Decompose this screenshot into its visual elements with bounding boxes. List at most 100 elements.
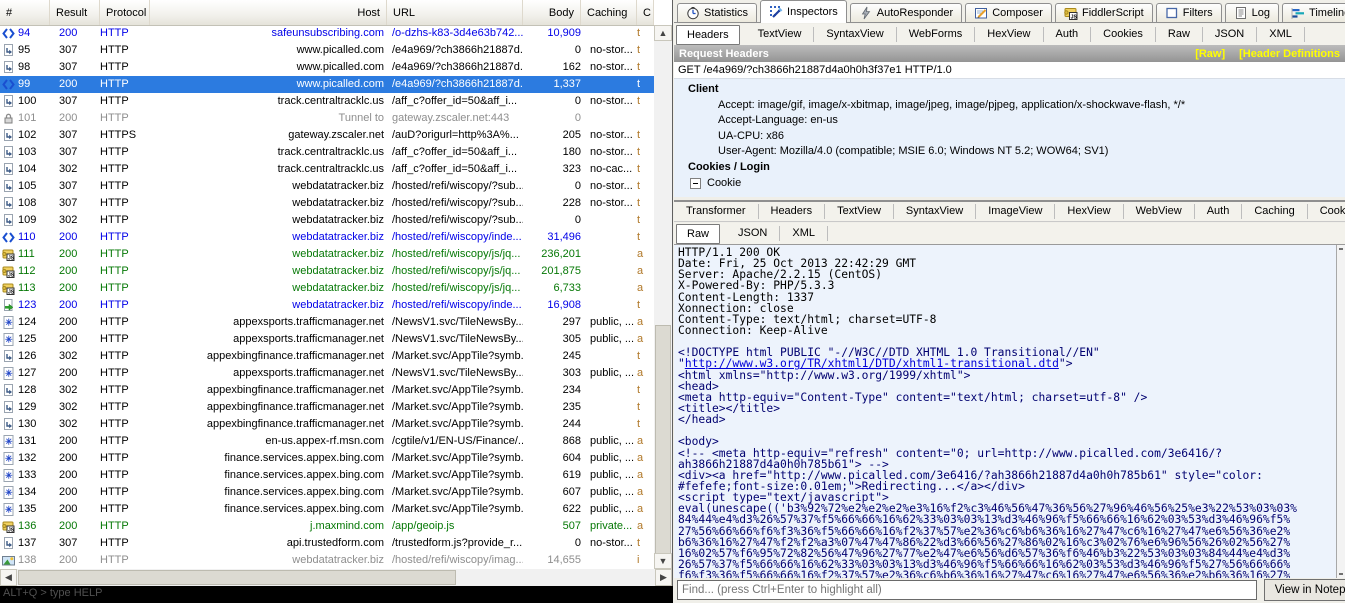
response-tab-auth[interactable]: Auth — [1195, 204, 1243, 219]
column-header-body[interactable]: Body — [523, 0, 581, 25]
session-row-136[interactable]: JS136200HTTPj.maxmind.com/app/geoip.js50… — [0, 518, 654, 535]
session-row-137[interactable]: 137307HTTPapi.trustedform.com/trustedfor… — [0, 535, 654, 552]
tab-autoresponder[interactable]: AutoResponder — [850, 3, 962, 22]
session-row-123[interactable]: 123200HTTPwebdatatracker.biz/hosted/refi… — [0, 297, 654, 314]
session-row-105[interactable]: 105307HTTPwebdatatracker.biz/hosted/refi… — [0, 178, 654, 195]
request-tab-hexview[interactable]: HexView — [975, 27, 1043, 42]
scroll-down-button[interactable] — [1339, 573, 1343, 575]
xml-icon: ✳ — [2, 486, 16, 500]
response-view-tab-xml[interactable]: XML — [780, 226, 828, 241]
session-row-94[interactable]: 94200HTTPsafeunsubscribing.com/o-dzhs-k8… — [0, 25, 654, 42]
session-row-113[interactable]: JS113200HTTPwebdatatracker.biz/hosted/re… — [0, 280, 654, 297]
session-list-header[interactable]: #ResultProtocolHostURLBodyCachingC — [0, 0, 654, 26]
request-tab-xml[interactable]: XML — [1257, 27, 1305, 42]
scroll-left-button[interactable]: ◀ — [0, 569, 17, 586]
scroll-up-button[interactable]: ▲ — [654, 25, 672, 41]
collapse-toggle-icon[interactable] — [690, 178, 701, 189]
tab-filters[interactable]: Filters — [1156, 3, 1222, 22]
column-header-host[interactable]: Host — [150, 0, 387, 25]
session-row-110[interactable]: 110200HTTPwebdatatracker.biz/hosted/refi… — [0, 229, 654, 246]
tab-statistics[interactable]: Statistics — [677, 3, 757, 22]
session-row-125[interactable]: ✳125200HTTPappexsports.trafficmanager.ne… — [0, 331, 654, 348]
session-row-126[interactable]: 126302HTTPappexbingfinance.trafficmanage… — [0, 348, 654, 365]
content-type-sliver: a — [637, 433, 654, 450]
scroll-down-button[interactable]: ▼ — [654, 553, 672, 569]
request-tab-json[interactable]: JSON — [1203, 27, 1257, 42]
response-tab-imageview[interactable]: ImageView — [976, 204, 1055, 219]
session-row-138[interactable]: 138200HTTPwebdatatracker.biz/hosted/refi… — [0, 552, 654, 569]
session-row-103[interactable]: 103307HTTPtrack.centraltracklc.us/aff_c?… — [0, 144, 654, 161]
tab-composer[interactable]: Composer — [965, 3, 1052, 22]
tab-fiddlerscript[interactable]: JSFiddlerScript — [1055, 3, 1153, 22]
session-row-128[interactable]: 128302HTTPappexbingfinance.trafficmanage… — [0, 382, 654, 399]
hscroll-thumb[interactable] — [18, 570, 456, 585]
session-row-101[interactable]: 101200HTTPTunnel togateway.zscaler.net:4… — [0, 110, 654, 127]
response-view-tab-raw[interactable]: Raw — [676, 224, 720, 244]
host: webdatatracker.biz — [150, 552, 387, 569]
session-row-109[interactable]: 109302HTTPwebdatatracker.biz/hosted/refi… — [0, 212, 654, 229]
session-row-102[interactable]: 102307HTTPSgateway.zscaler.net/auD?origu… — [0, 127, 654, 144]
svg-text:JS: JS — [8, 527, 15, 533]
response-tab-transformer[interactable]: Transformer — [674, 204, 759, 219]
raw-link[interactable]: [Raw] — [1195, 48, 1225, 60]
request-tab-headers[interactable]: Headers — [676, 25, 740, 45]
request-tab-cookies[interactable]: Cookies — [1091, 27, 1156, 42]
column-header-#[interactable]: # — [0, 0, 50, 25]
request-tab-webforms[interactable]: WebForms — [897, 27, 976, 42]
response-tab-textview[interactable]: TextView — [825, 204, 894, 219]
session-row-133[interactable]: ✳133200HTTPfinance.services.appex.bing.c… — [0, 467, 654, 484]
tab-timeline[interactable]: Timeline — [1282, 3, 1345, 22]
scroll-up-button[interactable] — [1339, 248, 1343, 250]
header-definitions-link[interactable]: [Header Definitions — [1239, 48, 1340, 60]
request-headers-bar: Request Headers [Raw] [Header Definition… — [674, 45, 1345, 62]
response-tab-syntaxview[interactable]: SyntaxView — [894, 204, 976, 219]
session-row-99[interactable]: 99200HTTPwww.picalled.com/e4a969/?ch3866… — [0, 76, 654, 93]
session-row-95[interactable]: 95307HTTPwww.picalled.com/e4a969/?ch3866… — [0, 42, 654, 59]
response-tab-hexview[interactable]: HexView — [1055, 204, 1123, 219]
request-tab-raw[interactable]: Raw — [1156, 27, 1203, 42]
vscroll-thumb[interactable] — [655, 325, 671, 563]
column-header-url[interactable]: URL — [387, 0, 523, 25]
scroll-right-button[interactable]: ▶ — [655, 569, 672, 586]
request-line[interactable]: GET /e4a969/?ch3866h21887d4a0h0h3f37e1 H… — [674, 62, 1345, 79]
session-row-131[interactable]: ✳131200HTTPen-us.appex-rf.msn.com/cgtile… — [0, 433, 654, 450]
column-header-result[interactable]: Result — [50, 0, 100, 25]
quickexec-bar[interactable]: ALT+Q > type HELP — [0, 586, 673, 603]
session-row-132[interactable]: ✳132200HTTPfinance.services.appex.bing.c… — [0, 450, 654, 467]
tab-log[interactable]: Log — [1225, 3, 1279, 22]
header-expandable[interactable]: Cookie — [674, 176, 1345, 192]
request-tab-textview[interactable]: TextView — [746, 27, 815, 42]
session-row-127[interactable]: ✳127200HTTPappexsports.trafficmanager.ne… — [0, 365, 654, 382]
column-header-caching[interactable]: Caching — [581, 0, 637, 25]
tab-inspectors[interactable]: Inspectors — [760, 0, 847, 23]
result-code: 302 — [50, 382, 100, 399]
response-view-tab-json[interactable]: JSON — [726, 226, 780, 241]
session-row-108[interactable]: 108307HTTPwebdatatracker.biz/hosted/refi… — [0, 195, 654, 212]
response-raw-vscrollbar[interactable] — [1336, 245, 1345, 578]
response-raw-view[interactable]: HTTP/1.1 200 OKDate: Fri, 25 Oct 2013 22… — [674, 244, 1345, 578]
request-tab-auth[interactable]: Auth — [1044, 27, 1092, 42]
column-header-protocol[interactable]: Protocol — [100, 0, 150, 25]
session-list-vscrollbar[interactable]: ▲ ▼ — [654, 25, 672, 569]
body-size: 236,201 — [523, 246, 581, 263]
column-header-c[interactable]: C — [637, 0, 654, 25]
request-tab-syntaxview[interactable]: SyntaxView — [814, 27, 896, 42]
session-row-104[interactable]: 104302HTTPtrack.centraltracklc.us/aff_c?… — [0, 161, 654, 178]
response-tab-cookies[interactable]: Cookies — [1308, 204, 1345, 219]
session-row-135[interactable]: ✳135200HTTPfinance.services.appex.bing.c… — [0, 501, 654, 518]
response-tab-headers[interactable]: Headers — [759, 204, 826, 219]
session-row-130[interactable]: 130302HTTPappexbingfinance.trafficmanage… — [0, 416, 654, 433]
response-tab-caching[interactable]: Caching — [1242, 204, 1307, 219]
session-row-129[interactable]: 129302HTTPappexbingfinance.trafficmanage… — [0, 399, 654, 416]
session-row-134[interactable]: ✳134200HTTPfinance.services.appex.bing.c… — [0, 484, 654, 501]
session-row-111[interactable]: JS111200HTTPwebdatatracker.biz/hosted/re… — [0, 246, 654, 263]
session-row-124[interactable]: ✳124200HTTPappexsports.trafficmanager.ne… — [0, 314, 654, 331]
view-in-notepad-button[interactable]: View in Notepad — [1264, 579, 1345, 601]
find-input[interactable] — [677, 580, 1257, 600]
session-row-98[interactable]: 98307HTTPwww.picalled.com/e4a969/?ch3866… — [0, 59, 654, 76]
session-list-hscrollbar[interactable]: ◀ ▶ — [0, 569, 672, 586]
session-row-100[interactable]: 100307HTTPtrack.centraltracklc.us/aff_c?… — [0, 93, 654, 110]
response-tab-webview[interactable]: WebView — [1124, 204, 1195, 219]
session-row-112[interactable]: JS112200HTTPwebdatatracker.biz/hosted/re… — [0, 263, 654, 280]
protocol: HTTP — [100, 518, 150, 535]
